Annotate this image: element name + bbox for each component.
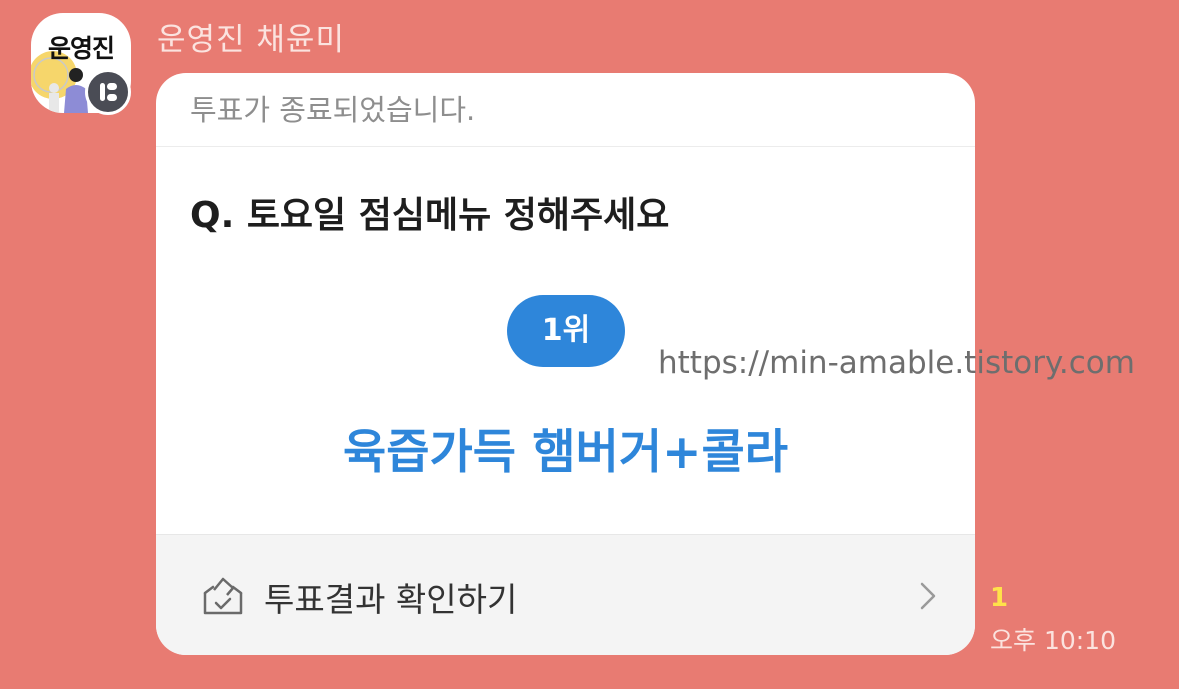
top-result: 육즙가득 햄버거+콜라 (343, 425, 788, 480)
sender-avatar[interactable]: 운영진 (31, 13, 132, 115)
sender-name: 운영진 채윤미 (157, 22, 345, 58)
channel-badge-icon (85, 69, 131, 115)
poll-status: 투표가 종료되었습니다. (190, 93, 476, 127)
view-results-button[interactable]: 투표결과 확인하기 (156, 534, 975, 655)
message-time: 오후 10:10 (990, 626, 1116, 655)
unread-count: 1 (990, 583, 1009, 613)
ballot-box-check-icon (203, 577, 243, 615)
divider (156, 146, 975, 147)
chevron-right-icon (920, 582, 936, 610)
watermark: https://min-amable.tistory.com (658, 345, 1135, 381)
avatar-label: 운영진 (47, 34, 115, 63)
rank-badge: 1위 (507, 295, 625, 367)
poll-question: Q. 토요일 점심메뉴 정해주세요 (190, 195, 670, 236)
view-results-label: 투표결과 확인하기 (264, 580, 518, 619)
